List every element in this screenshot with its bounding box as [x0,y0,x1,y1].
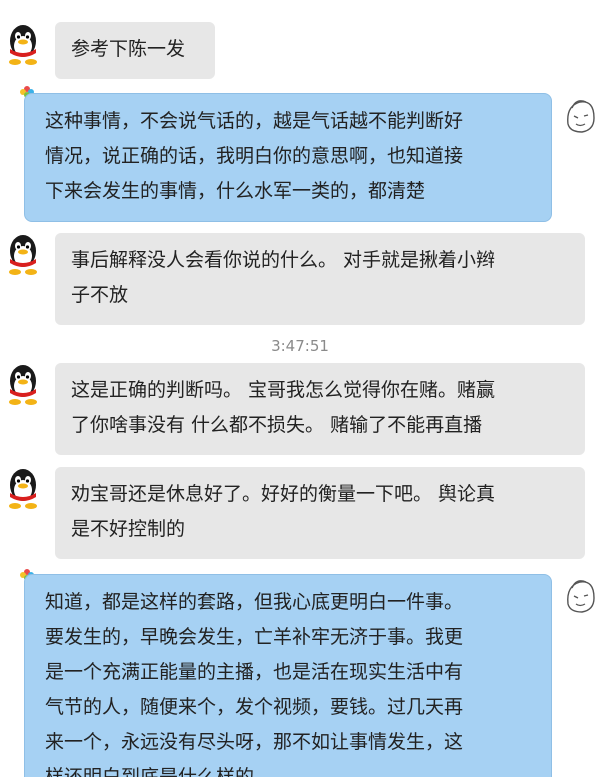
qq-penguin-icon[interactable] [2,362,44,406]
message-text: 知道，都是这样的套路，但我心底更明白一件事。 [45,591,464,613]
message-text: 这是正确的判断吗。 宝哥我怎么觉得你在赌。赌赢 [71,379,496,401]
message-text: 样还明白到底是什么样的 [45,766,255,777]
qq-penguin-icon[interactable] [2,22,44,66]
message-text: 参考下陈一发 [71,38,186,60]
message-text: 子不放 [71,284,129,306]
message-text: 情况，说正确的话，我明白你的意思啊，也知道接 [45,145,464,167]
chat-history: 参考下陈一发 这种事情，不会说气话的，越是气话越不能判断好 情况，说正确的话，我… [0,0,600,777]
message-text: 来一个，永远没有尽头呀，那不如让事情发生，这 [45,731,464,753]
user-sketch-icon[interactable] [562,574,598,616]
message-bubble[interactable]: 这种事情，不会说气话的，越是气话越不能判断好 情况，说正确的话，我明白你的意思啊… [24,93,552,222]
message-text: 是一个充满正能量的主播，也是活在现实生活中有 [45,661,464,683]
qq-penguin-icon[interactable] [2,232,44,276]
message-text: 这种事情，不会说气话的，越是气话越不能判断好 [45,110,464,132]
message-text: 要发生的，早晚会发生，亡羊补牢无济于事。我更 [45,626,464,648]
message-timestamp: 3:47:51 [271,337,329,355]
message-bubble[interactable]: 这是正确的判断吗。 宝哥我怎么觉得你在赌。赌赢 了你啥事没有 什么都不损失。 赌… [55,363,585,455]
message-text: 劝宝哥还是休息好了。好好的衡量一下吧。 舆论真 [71,483,496,505]
user-sketch-icon[interactable] [562,94,598,136]
qq-penguin-icon[interactable] [2,466,44,510]
message-text: 事后解释没人会看你说的什么。 对手就是揪着小辫 [71,249,496,271]
message-bubble[interactable]: 知道，都是这样的套路，但我心底更明白一件事。 要发生的，早晚会发生，亡羊补牢无济… [24,574,552,777]
message-bubble[interactable]: 事后解释没人会看你说的什么。 对手就是揪着小辫 子不放 [55,233,585,325]
message-text: 了你啥事没有 什么都不损失。 赌输了不能再直播 [71,414,483,436]
message-bubble[interactable]: 劝宝哥还是休息好了。好好的衡量一下吧。 舆论真 是不好控制的 [55,467,585,559]
message-text: 是不好控制的 [71,518,186,540]
message-text: 下来会发生的事情，什么水军一类的，都清楚 [45,180,426,202]
message-text: 气节的人，随便来个，发个视频，要钱。过几天再 [45,696,464,718]
message-bubble[interactable]: 参考下陈一发 [55,22,215,79]
